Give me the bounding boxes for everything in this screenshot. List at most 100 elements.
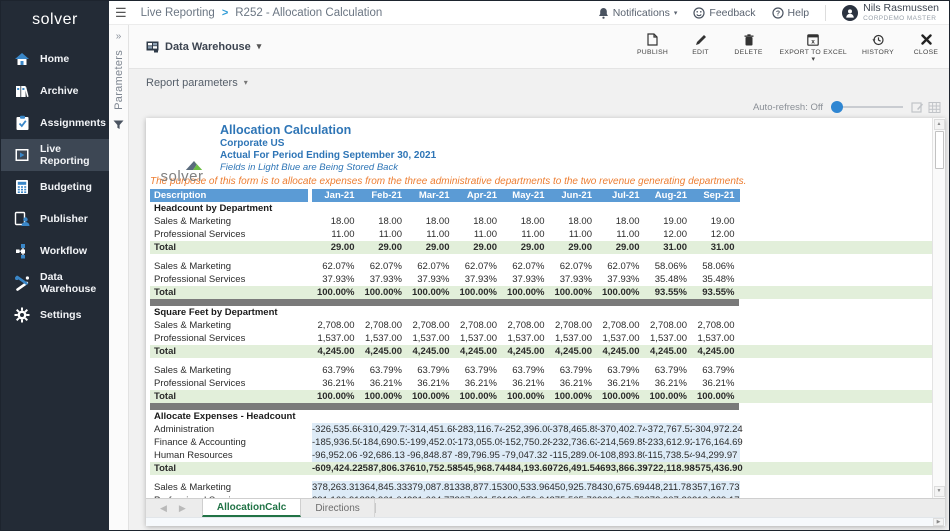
- auto-refresh-label: Auto-refresh: Off: [753, 102, 823, 113]
- value-cell: 19.00: [645, 215, 693, 228]
- storeback-input-cell[interactable]: -96,952.06: [312, 449, 360, 462]
- table-row: Sales & Marketing378,263.31364,845.33379…: [150, 481, 932, 494]
- storeback-input-cell[interactable]: -310,429.73: [360, 423, 408, 436]
- storeback-input-cell[interactable]: -79,047.32: [502, 449, 550, 462]
- storeback-input-cell[interactable]: 357,167.73: [692, 481, 740, 494]
- storeback-input-cell[interactable]: -283,116.74: [455, 423, 503, 436]
- table-row: Headcount by Department: [150, 202, 932, 215]
- help-button[interactable]: ? Help: [772, 7, 810, 19]
- storeback-input-cell[interactable]: -115,738.54: [645, 449, 693, 462]
- storeback-input-cell[interactable]: -173,055.05: [455, 436, 503, 449]
- storeback-input-cell[interactable]: 378,263.31: [312, 481, 360, 494]
- edit-button[interactable]: EDIT: [684, 33, 718, 61]
- sidebar-item-home[interactable]: Home: [1, 43, 109, 75]
- notifications-button[interactable]: Notifications ▾: [598, 7, 678, 19]
- storeback-input-cell[interactable]: -233,612.92: [645, 436, 693, 449]
- storeback-input-cell[interactable]: 448,211.78: [645, 481, 693, 494]
- delete-button[interactable]: DELETE: [732, 33, 766, 61]
- close-button[interactable]: CLOSE: [909, 33, 943, 61]
- data-source-select[interactable]: Data Warehouse ▾: [146, 41, 261, 53]
- vertical-scrollbar-thumb[interactable]: [935, 131, 944, 169]
- storeback-input-cell[interactable]: -232,736.63: [550, 436, 598, 449]
- storeback-input-cell[interactable]: -94,299.97: [692, 449, 740, 462]
- report-parameters-toggle[interactable]: Report parameters ▾: [146, 77, 248, 89]
- storeback-input-cell[interactable]: -304,972.24: [692, 423, 740, 436]
- sidebar-item-archive[interactable]: Archive: [1, 75, 109, 107]
- table-row: Total-609,424.22-587,806.37-610,752.58-5…: [150, 462, 932, 475]
- description-column-header: Description: [150, 189, 308, 202]
- workflow-icon: [13, 242, 31, 260]
- tab-scroll-right-icon[interactable]: ▶: [179, 503, 186, 514]
- tab-allocationcalc[interactable]: AllocationCalc: [202, 499, 301, 517]
- value-cell: 1,537.00: [597, 332, 645, 345]
- chevron-down-icon: ▾: [244, 78, 248, 87]
- storeback-input-cell[interactable]: -326,535.66: [312, 423, 360, 436]
- sidebar-item-publisher[interactable]: Publisher: [1, 203, 109, 235]
- storeback-input-cell[interactable]: -89,796.95: [455, 449, 503, 462]
- value-cell: 62.07%: [455, 260, 503, 273]
- value-cell: 35.48%: [645, 273, 693, 286]
- value-cell: 36.21%: [407, 377, 455, 390]
- value-cell: 36.21%: [312, 377, 360, 390]
- sidebar-item-data-warehouse[interactable]: Data Warehouse: [1, 267, 109, 299]
- parameters-panel-label[interactable]: Parameters: [113, 50, 125, 110]
- expand-parameters-icon[interactable]: »: [116, 31, 122, 42]
- row-label: Sales & Marketing: [150, 260, 312, 273]
- sidebar-item-label: Live Reporting: [40, 143, 109, 167]
- storeback-input-cell[interactable]: -378,465.85: [550, 423, 598, 436]
- topbar-divider: [825, 5, 826, 21]
- publish-button[interactable]: PUBLISH: [636, 33, 670, 61]
- tab-directions[interactable]: Directions: [301, 499, 374, 517]
- sidebar-item-live-reporting[interactable]: Live Reporting: [1, 139, 109, 171]
- storeback-input-cell[interactable]: -108,893.80: [597, 449, 645, 462]
- scroll-up-button[interactable]: ▲: [934, 119, 945, 130]
- value-cell: 36.21%: [550, 377, 598, 390]
- storeback-input-cell[interactable]: -152,750.28: [502, 436, 550, 449]
- value-cell: 100.00%: [597, 286, 645, 299]
- user-name: Nils Rasmussen: [863, 3, 939, 15]
- auto-refresh-slider[interactable]: [831, 101, 903, 113]
- value-cell: 37.93%: [407, 273, 455, 286]
- export-to-excel-button[interactable]: x EXPORT TO EXCEL ▾: [780, 33, 847, 61]
- grid-view-icon[interactable]: [928, 101, 941, 114]
- storeback-input-cell[interactable]: 430,675.69: [597, 481, 645, 494]
- history-button[interactable]: HISTORY: [861, 33, 895, 61]
- menu-toggle-icon[interactable]: ☰: [115, 6, 127, 19]
- scroll-right-button[interactable]: ▶: [933, 518, 944, 526]
- sidebar-item-workflow[interactable]: Workflow: [1, 235, 109, 267]
- storeback-input-cell[interactable]: -185,936.50: [312, 436, 360, 449]
- storeback-input-cell[interactable]: -370,402.74: [597, 423, 645, 436]
- value-cell: 29.00: [312, 241, 360, 254]
- sidebar-item-budgeting[interactable]: Budgeting: [1, 171, 109, 203]
- tab-scroll-left-icon[interactable]: ◀: [160, 503, 167, 514]
- breadcrumb-section[interactable]: Live Reporting: [141, 7, 215, 19]
- slider-knob[interactable]: [831, 101, 843, 113]
- vertical-scrollbar[interactable]: ▲ ▼: [932, 118, 945, 498]
- storeback-input-cell[interactable]: 300,533.96: [502, 481, 550, 494]
- storeback-input-cell[interactable]: -176,164.69: [692, 436, 740, 449]
- storeback-input-cell[interactable]: 364,845.33: [360, 481, 408, 494]
- storeback-input-cell[interactable]: -184,690.51: [360, 436, 408, 449]
- chevron-down-icon: ▾: [812, 58, 816, 61]
- storeback-input-cell[interactable]: 379,087.81: [407, 481, 455, 494]
- user-menu[interactable]: Nils Rasmussen CorpDemo Master: [842, 3, 939, 22]
- storeback-input-cell[interactable]: 338,877.15: [455, 481, 503, 494]
- storeback-input-cell[interactable]: -372,767.52: [645, 423, 693, 436]
- sidebar-nav: Home Archive Assignments Live Reporting: [1, 43, 109, 331]
- storeback-input-cell[interactable]: -252,396.00: [502, 423, 550, 436]
- design-mode-icon[interactable]: [911, 101, 924, 114]
- horizontal-scrollbar[interactable]: ▶: [146, 517, 945, 526]
- storeback-input-cell[interactable]: -115,289.06: [550, 449, 598, 462]
- storeback-input-cell[interactable]: -214,569.85: [597, 436, 645, 449]
- storeback-input-cell[interactable]: 450,925.78: [550, 481, 598, 494]
- sidebar-item-settings[interactable]: Settings: [1, 299, 109, 331]
- row-label: Total: [150, 286, 312, 299]
- solver-logo[interactable]: solver: [1, 1, 109, 35]
- storeback-input-cell[interactable]: -92,686.13: [360, 449, 408, 462]
- storeback-input-cell[interactable]: -314,451.68: [407, 423, 455, 436]
- storeback-input-cell[interactable]: -96,848.87: [407, 449, 455, 462]
- storeback-input-cell[interactable]: -199,452.03: [407, 436, 455, 449]
- feedback-button[interactable]: Feedback: [693, 7, 755, 19]
- sidebar-item-assignments[interactable]: Assignments: [1, 107, 109, 139]
- scroll-down-button[interactable]: ▼: [934, 486, 945, 497]
